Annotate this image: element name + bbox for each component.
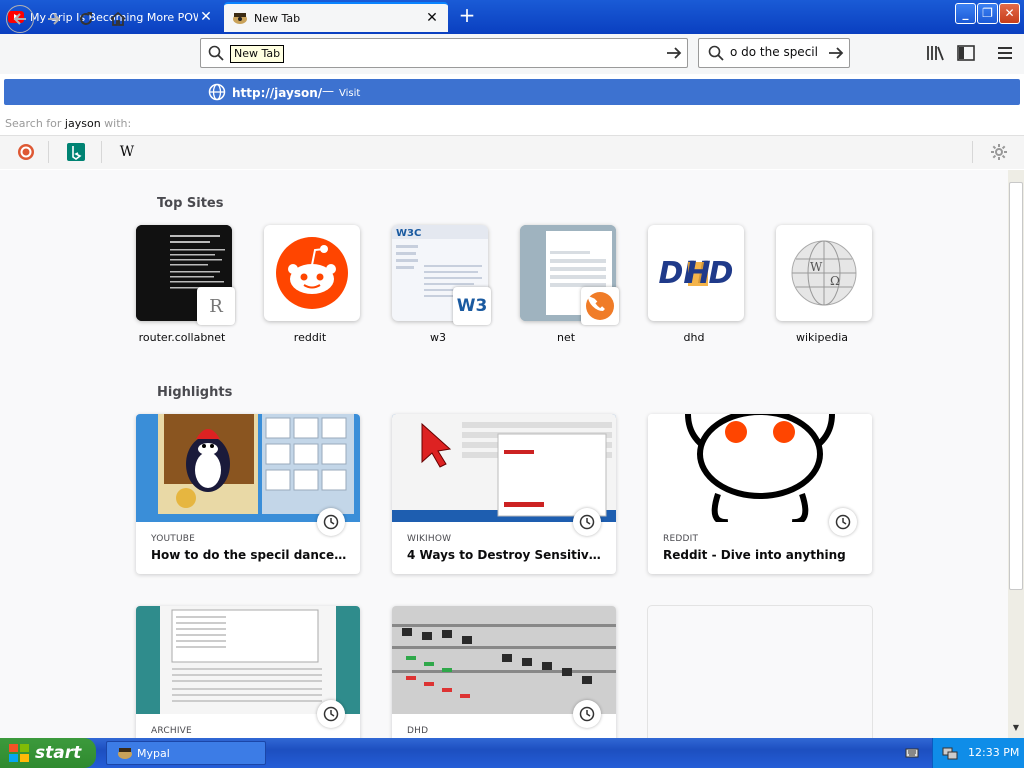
top-site-label: router.collabnet bbox=[138, 331, 226, 344]
new-tab-button[interactable]: + bbox=[455, 4, 479, 28]
top-sites-heading: Top Sites bbox=[157, 196, 224, 211]
top-site-tile-reddit[interactable] bbox=[264, 225, 360, 321]
system-clock: 12:33 PM bbox=[968, 746, 1020, 759]
scrollbar-thumb[interactable] bbox=[1009, 182, 1023, 590]
top-site-label: wikipedia bbox=[795, 331, 848, 344]
search-go-icon[interactable] bbox=[826, 43, 846, 63]
top-site-tile-dhd[interactable]: DHDH bbox=[648, 225, 744, 321]
windows-logo-icon bbox=[9, 744, 29, 762]
highlight-title: Reddit - Dive into anything bbox=[663, 548, 846, 562]
search-input[interactable]: o do the specil dance bbox=[730, 45, 822, 59]
clock-icon bbox=[573, 700, 601, 728]
tab-new-tab[interactable]: New Tab ✕ bbox=[224, 2, 448, 32]
duckduckgo-icon bbox=[18, 144, 34, 160]
svg-text:H: H bbox=[685, 256, 710, 291]
reddit-snoo-thumbnail bbox=[648, 414, 872, 522]
minimize-button[interactable]: _ bbox=[955, 3, 976, 24]
wikihow-thumbnail bbox=[392, 414, 616, 522]
close-window-button[interactable]: ✕ bbox=[999, 3, 1020, 24]
sidebar-icon[interactable] bbox=[955, 42, 977, 64]
close-tab-icon[interactable]: ✕ bbox=[198, 9, 214, 25]
bing-engine-button[interactable] bbox=[66, 142, 86, 162]
gear-icon[interactable] bbox=[989, 142, 1009, 162]
reload-button[interactable] bbox=[72, 5, 100, 33]
wikipedia-globe-icon: WΩ bbox=[791, 240, 857, 306]
clock-icon bbox=[829, 508, 857, 536]
svg-text:Ω: Ω bbox=[830, 274, 840, 288]
start-button[interactable]: start bbox=[0, 738, 96, 768]
highlight-source: YOUTUBE bbox=[151, 534, 196, 544]
home-button[interactable] bbox=[104, 5, 132, 33]
bing-icon bbox=[67, 143, 85, 161]
mypal-icon bbox=[232, 10, 248, 26]
top-site-label: net bbox=[556, 331, 576, 344]
forward-button[interactable] bbox=[40, 5, 68, 33]
search-icon bbox=[708, 45, 724, 61]
visit-url-text: http://jayson/ bbox=[232, 86, 323, 100]
forward-arrow-icon bbox=[48, 13, 61, 25]
highlight-source: WIKIHOW bbox=[407, 534, 452, 544]
tooltip: New Tab bbox=[230, 45, 285, 63]
search-with-label: Search for jayson with: bbox=[5, 117, 132, 130]
home-icon bbox=[110, 11, 126, 26]
router-badge: R bbox=[197, 287, 235, 325]
keyboard-icon[interactable] bbox=[905, 746, 919, 760]
search-engines-row bbox=[0, 135, 1024, 169]
svg-text:W3C: W3C bbox=[396, 228, 421, 239]
hamburger-menu-icon[interactable] bbox=[994, 42, 1016, 64]
wikipedia-engine-button[interactable]: W bbox=[117, 142, 137, 162]
top-site-label: reddit bbox=[293, 331, 327, 344]
clock-icon bbox=[573, 508, 601, 536]
divider bbox=[972, 141, 973, 163]
visit-url-row[interactable] bbox=[4, 79, 1020, 105]
tab-title: New Tab bbox=[254, 11, 301, 25]
youtube-thumbnail bbox=[136, 414, 360, 522]
highlights-heading: Highlights bbox=[157, 385, 233, 400]
mypal-icon bbox=[118, 748, 132, 759]
highlight-source: DHD bbox=[407, 726, 429, 736]
reload-icon bbox=[80, 12, 92, 25]
highlight-source: ARCHIVE bbox=[151, 726, 192, 736]
mixing-console-thumbnail bbox=[392, 606, 616, 714]
duckduckgo-engine-button[interactable] bbox=[16, 142, 36, 162]
taskbar-item-label: Mypal bbox=[137, 746, 170, 760]
highlight-title: 4 Ways to Destroy Sensitive Doc... bbox=[407, 548, 603, 562]
net-badge bbox=[581, 287, 619, 325]
top-site-tile-wikipedia[interactable]: WΩ bbox=[776, 225, 872, 321]
top-site-label: dhd bbox=[683, 331, 705, 344]
highlight-source: REDDIT bbox=[663, 534, 699, 544]
visit-action-text: Visit bbox=[339, 88, 361, 99]
clock-icon bbox=[317, 700, 345, 728]
archive-thumbnail bbox=[136, 606, 360, 714]
scroll-down-arrow[interactable]: ▼ bbox=[1009, 720, 1023, 736]
maximize-button[interactable]: ❐ bbox=[977, 3, 998, 24]
taskbar-item-mypal[interactable]: Mypal bbox=[106, 741, 266, 765]
search-icon bbox=[208, 45, 224, 61]
svg-text:W: W bbox=[810, 260, 823, 274]
back-button[interactable] bbox=[6, 5, 34, 33]
highlight-title: How to do the specil dance! - Yo... bbox=[151, 548, 347, 562]
reddit-logo-icon bbox=[276, 237, 348, 309]
highlight-card-wikihow[interactable]: WIKIHOW 4 Ways to Destroy Sensitive Doc.… bbox=[392, 414, 616, 574]
start-label: start bbox=[35, 743, 82, 763]
phone-icon bbox=[586, 292, 614, 320]
top-site-label: w3 bbox=[430, 331, 446, 344]
network-icon[interactable] bbox=[942, 745, 958, 761]
w3-badge: W3 bbox=[453, 287, 491, 325]
close-tab-icon[interactable]: ✕ bbox=[424, 10, 440, 26]
divider bbox=[48, 141, 49, 163]
globe-icon bbox=[208, 83, 226, 101]
clock-icon bbox=[317, 508, 345, 536]
highlight-card-youtube[interactable]: YOUTUBE How to do the specil dance! - Yo… bbox=[136, 414, 360, 574]
library-icon[interactable] bbox=[924, 42, 946, 64]
go-arrow-icon[interactable] bbox=[664, 43, 684, 63]
divider bbox=[101, 141, 102, 163]
highlight-card-reddit[interactable]: REDDIT Reddit - Dive into anything bbox=[648, 414, 872, 574]
dhd-logo-icon: DHDH bbox=[659, 256, 734, 291]
wikipedia-w-icon: W bbox=[119, 144, 135, 160]
visit-separator: — bbox=[322, 84, 334, 98]
back-arrow-icon bbox=[13, 13, 26, 25]
